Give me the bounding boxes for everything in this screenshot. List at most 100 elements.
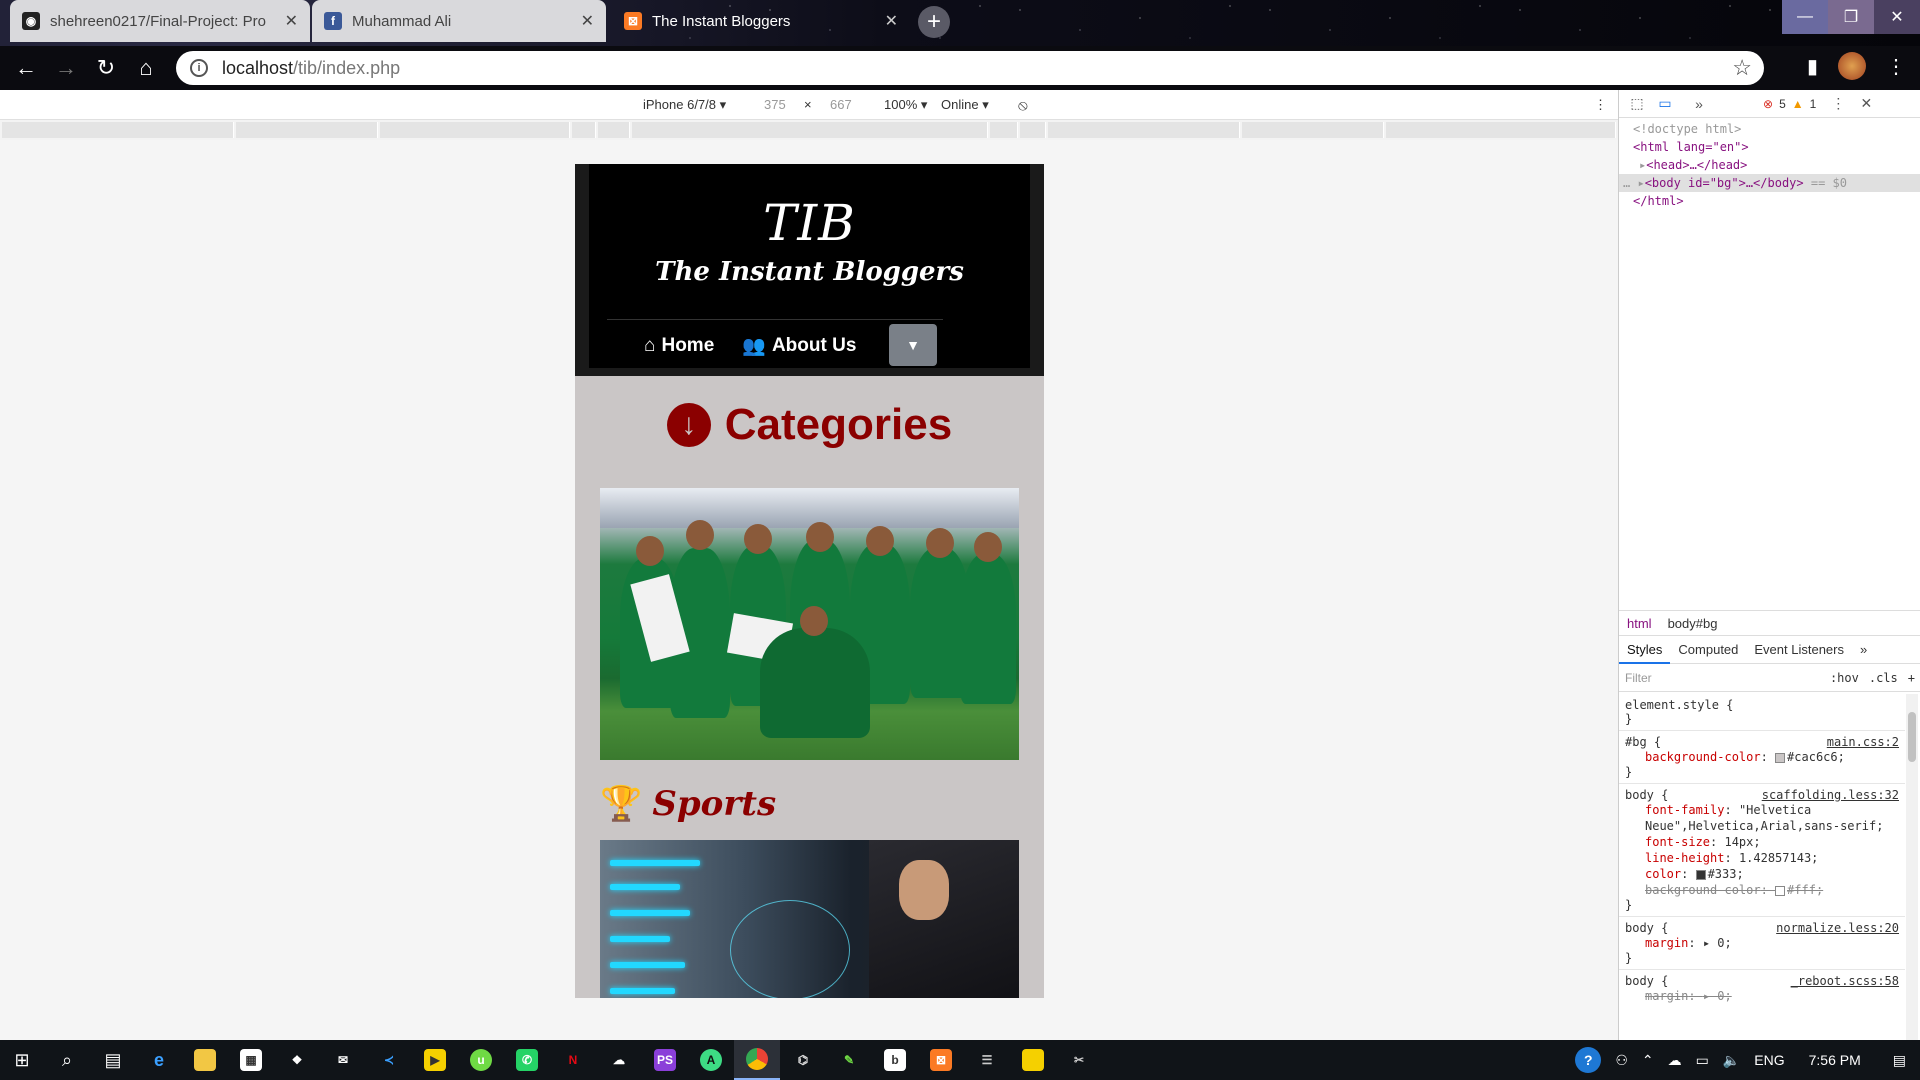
clock[interactable]: 7:56 PM: [1809, 1052, 1861, 1068]
tab-computed[interactable]: Computed: [1670, 636, 1746, 664]
rotate-icon[interactable]: ⦸: [1018, 97, 1028, 114]
reload-icon[interactable]: ↻: [86, 48, 126, 88]
tab-facebook[interactable]: f Muhammad Ali ✕: [312, 0, 606, 42]
style-property-overridden[interactable]: background-color: #fff;: [1625, 882, 1899, 898]
search-icon[interactable]: ⌕: [44, 1040, 90, 1080]
new-rule-button[interactable]: +: [1908, 671, 1915, 685]
dom-html-close[interactable]: </html>: [1619, 192, 1920, 210]
file-explorer-icon[interactable]: [182, 1040, 228, 1080]
close-tab-icon[interactable]: ✕: [885, 11, 898, 31]
devtools-menu-icon[interactable]: ⋮: [1824, 90, 1852, 118]
dropdown-toggle-button[interactable]: ▼: [889, 324, 937, 366]
style-rule[interactable]: _reboot.scss:58 body { margin: ▸ 0;: [1619, 970, 1905, 1008]
styles-scrollbar[interactable]: [1906, 694, 1918, 1040]
device-select[interactable]: iPhone 6/7/8 ▾: [643, 97, 726, 113]
site-logo[interactable]: TIB: [589, 194, 1030, 252]
language-indicator[interactable]: ENG: [1754, 1052, 1784, 1068]
network-app-icon[interactable]: ⌬: [780, 1040, 826, 1080]
bookmark-star-icon[interactable]: ☆: [1732, 55, 1752, 81]
android-studio-icon[interactable]: A: [688, 1040, 734, 1080]
color-swatch[interactable]: [1775, 885, 1786, 896]
close-window-button[interactable]: ✕: [1874, 0, 1920, 34]
menu-kebab-icon[interactable]: ⋮: [1886, 54, 1906, 79]
back-arrow-icon[interactable]: ←: [6, 48, 46, 88]
style-property[interactable]: font-family: "Helvetica Neue",Helvetica,…: [1625, 802, 1899, 834]
show-hidden-icons-chevron-up-icon[interactable]: ⌃: [1642, 1052, 1654, 1069]
breadcrumb-html[interactable]: html: [1627, 616, 1652, 631]
whatsapp-icon[interactable]: ✆: [504, 1040, 550, 1080]
dom-body[interactable]: … ▸<body id="bg">…</body> == $0: [1619, 174, 1920, 192]
tab-github[interactable]: ◉ shehreen0217/Final-Project: Pro ✕: [10, 0, 310, 42]
viewport-height-input[interactable]: 667: [830, 97, 852, 112]
style-property[interactable]: margin: ▸ 0;: [1625, 935, 1899, 951]
zoom-select[interactable]: 100% ▾: [884, 97, 927, 113]
store-icon[interactable]: ▦: [228, 1040, 274, 1080]
breadcrumb-body[interactable]: body#bg: [1668, 616, 1718, 631]
network-throttle-select[interactable]: Online ▾: [941, 97, 989, 113]
style-rule[interactable]: scaffolding.less:32 body { font-family: …: [1619, 784, 1905, 917]
phpstorm-icon[interactable]: PS: [642, 1040, 688, 1080]
close-tab-icon[interactable]: ✕: [581, 11, 594, 31]
nav-about-link[interactable]: 👥 About Us: [742, 334, 856, 358]
task-view-icon[interactable]: ▤: [90, 1040, 136, 1080]
sports-heading[interactable]: 🏆 Sports: [600, 784, 776, 824]
tab-event-listeners[interactable]: Event Listeners: [1746, 636, 1852, 664]
minimize-button[interactable]: —: [1782, 0, 1828, 34]
style-property[interactable]: font-size: 14px;: [1625, 834, 1899, 850]
address-bar[interactable]: i localhost/tib/index.php ☆: [176, 51, 1764, 85]
people-icon[interactable]: ⚇: [1615, 1052, 1628, 1069]
close-tab-icon[interactable]: ✕: [285, 11, 298, 31]
rule-source-link[interactable]: normalize.less:20: [1776, 921, 1899, 935]
sticky-app-icon[interactable]: ▶: [412, 1040, 458, 1080]
dom-html-open[interactable]: <html lang="en">: [1619, 138, 1920, 156]
help-icon[interactable]: ?: [1575, 1047, 1602, 1073]
home-icon[interactable]: ⌂: [126, 48, 166, 88]
mail-icon[interactable]: ✉: [320, 1040, 366, 1080]
new-tab-button[interactable]: +: [918, 6, 950, 38]
media-query-bar[interactable]: [0, 120, 1618, 140]
vscode-icon[interactable]: ≺: [366, 1040, 412, 1080]
forward-arrow-icon[interactable]: →: [46, 48, 86, 88]
style-property[interactable]: line-height: 1.42857143;: [1625, 850, 1899, 866]
color-swatch[interactable]: [1695, 869, 1706, 880]
dom-doctype[interactable]: <!doctype html>: [1619, 120, 1920, 138]
tab-styles[interactable]: Styles: [1619, 636, 1671, 664]
nav-home-link[interactable]: ⌂ Home: [644, 335, 714, 357]
battery-icon[interactable]: ▭: [1696, 1052, 1709, 1069]
dom-head[interactable]: ▸<head>…</head>: [1619, 156, 1920, 174]
xampp-taskbar-icon[interactable]: ⊠: [918, 1040, 964, 1080]
excel-like-icon[interactable]: ✎: [826, 1040, 872, 1080]
netflix-icon[interactable]: N: [550, 1040, 596, 1080]
profile-avatar[interactable]: [1838, 52, 1866, 80]
more-tabs-icon[interactable]: »: [1852, 636, 1875, 664]
dropbox-icon[interactable]: ❖: [274, 1040, 320, 1080]
style-property-overridden[interactable]: margin: ▸ 0;: [1625, 988, 1899, 1004]
category-image-technology[interactable]: [600, 840, 1019, 998]
windows-start-icon[interactable]: ⊞: [0, 1040, 44, 1080]
device-toggle-icon[interactable]: ▭: [1651, 90, 1679, 118]
styles-filter-input[interactable]: Filter: [1625, 671, 1820, 685]
sticky-notes-icon[interactable]: [1010, 1040, 1056, 1080]
soundcloud-icon[interactable]: ☁: [596, 1040, 642, 1080]
action-center-icon[interactable]: ▤: [1893, 1052, 1906, 1069]
style-rule[interactable]: element.style { }: [1619, 694, 1905, 731]
snipping-tool-icon[interactable]: ✂: [1056, 1040, 1102, 1080]
rule-source-link[interactable]: scaffolding.less:32: [1762, 788, 1899, 802]
issue-counts[interactable]: ⊗ 5 ▲ 1: [1763, 97, 1816, 111]
class-toggle[interactable]: .cls: [1869, 671, 1898, 685]
rule-source-link[interactable]: main.css:2: [1827, 735, 1899, 749]
hover-state-toggle[interactable]: :hov: [1830, 671, 1859, 685]
bing-icon[interactable]: b: [872, 1040, 918, 1080]
rule-source-link[interactable]: _reboot.scss:58: [1791, 974, 1899, 988]
viewport-width-input[interactable]: 375: [764, 97, 786, 112]
color-swatch[interactable]: [1775, 752, 1786, 763]
info-icon[interactable]: i: [190, 59, 208, 77]
upwork-icon[interactable]: u: [458, 1040, 504, 1080]
inspect-element-icon[interactable]: ⬚: [1623, 90, 1651, 118]
style-property[interactable]: background-color: #cac6c6;: [1625, 749, 1899, 765]
tab-instant-bloggers[interactable]: ⊠ The Instant Bloggers ✕: [612, 0, 910, 42]
maximize-button[interactable]: ❐: [1828, 0, 1874, 34]
more-panels-icon[interactable]: »: [1685, 90, 1713, 118]
close-devtools-icon[interactable]: ✕: [1852, 90, 1880, 118]
style-rule[interactable]: main.css:2 #bg { background-color: #cac6…: [1619, 731, 1905, 784]
